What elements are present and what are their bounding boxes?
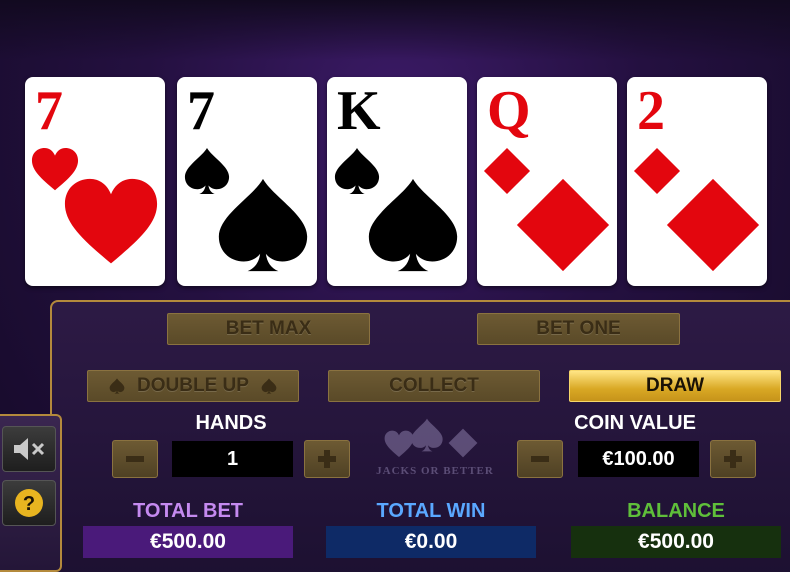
- logo-text: JACKS OR BETTER: [376, 465, 494, 477]
- hands-decrease-button[interactable]: [112, 440, 158, 478]
- svg-text:?: ?: [23, 493, 35, 515]
- side-panel: ?: [0, 414, 62, 572]
- double-up-button[interactable]: DOUBLE UP: [87, 370, 299, 402]
- diamond-icon: [516, 178, 610, 272]
- coin-value-decrease-button[interactable]: [517, 440, 563, 478]
- spade-icon: [261, 378, 277, 394]
- hands-increase-button[interactable]: [304, 440, 350, 478]
- collect-button[interactable]: COLLECT: [328, 370, 540, 402]
- bet-max-button[interactable]: BET MAX: [167, 313, 370, 345]
- card-rank: 7: [187, 80, 215, 142]
- card-2[interactable]: 7: [177, 77, 317, 286]
- card-rank: Q: [487, 80, 531, 142]
- double-up-label: DOUBLE UP: [137, 375, 249, 396]
- total-bet-label: TOTAL BET: [133, 500, 243, 522]
- card-rank: 7: [35, 80, 63, 142]
- draw-button[interactable]: DRAW: [569, 370, 781, 402]
- diamond-icon: [666, 178, 760, 272]
- spade-icon: [218, 178, 308, 272]
- balance-label: BALANCE: [627, 500, 725, 522]
- card-rank: K: [337, 80, 381, 142]
- hands-label: HANDS: [195, 412, 267, 434]
- top-backdrop: [0, 0, 790, 60]
- mute-speaker-icon: [14, 438, 45, 460]
- mute-button[interactable]: [2, 426, 56, 472]
- plus-icon: [318, 450, 336, 468]
- coin-value-display: €100.00: [578, 441, 699, 477]
- coin-value-increase-button[interactable]: [710, 440, 756, 478]
- minus-icon: [531, 456, 549, 462]
- plus-icon: [724, 450, 742, 468]
- card-1[interactable]: 7: [25, 77, 165, 286]
- spade-icon: [109, 378, 125, 394]
- minus-icon: [126, 456, 144, 462]
- card-3[interactable]: K: [327, 77, 467, 286]
- total-win-value: €0.00: [326, 526, 536, 558]
- balance-value: €500.00: [571, 526, 781, 558]
- bet-one-button[interactable]: BET ONE: [477, 313, 680, 345]
- help-question-icon: ?: [15, 489, 43, 517]
- total-bet-value: €500.00: [83, 526, 293, 558]
- card-5[interactable]: 2: [627, 77, 767, 286]
- jacks-or-better-logo: JACKS OR BETTER: [376, 418, 494, 477]
- total-win-label: TOTAL WIN: [376, 500, 486, 522]
- hands-value: 1: [172, 441, 293, 477]
- heart-icon: [64, 178, 158, 264]
- card-rank: 2: [637, 80, 665, 142]
- card-4[interactable]: Q: [477, 77, 617, 286]
- spade-icon: [368, 178, 458, 272]
- coin-value-label: COIN VALUE: [574, 412, 696, 434]
- help-button[interactable]: ?: [2, 480, 56, 526]
